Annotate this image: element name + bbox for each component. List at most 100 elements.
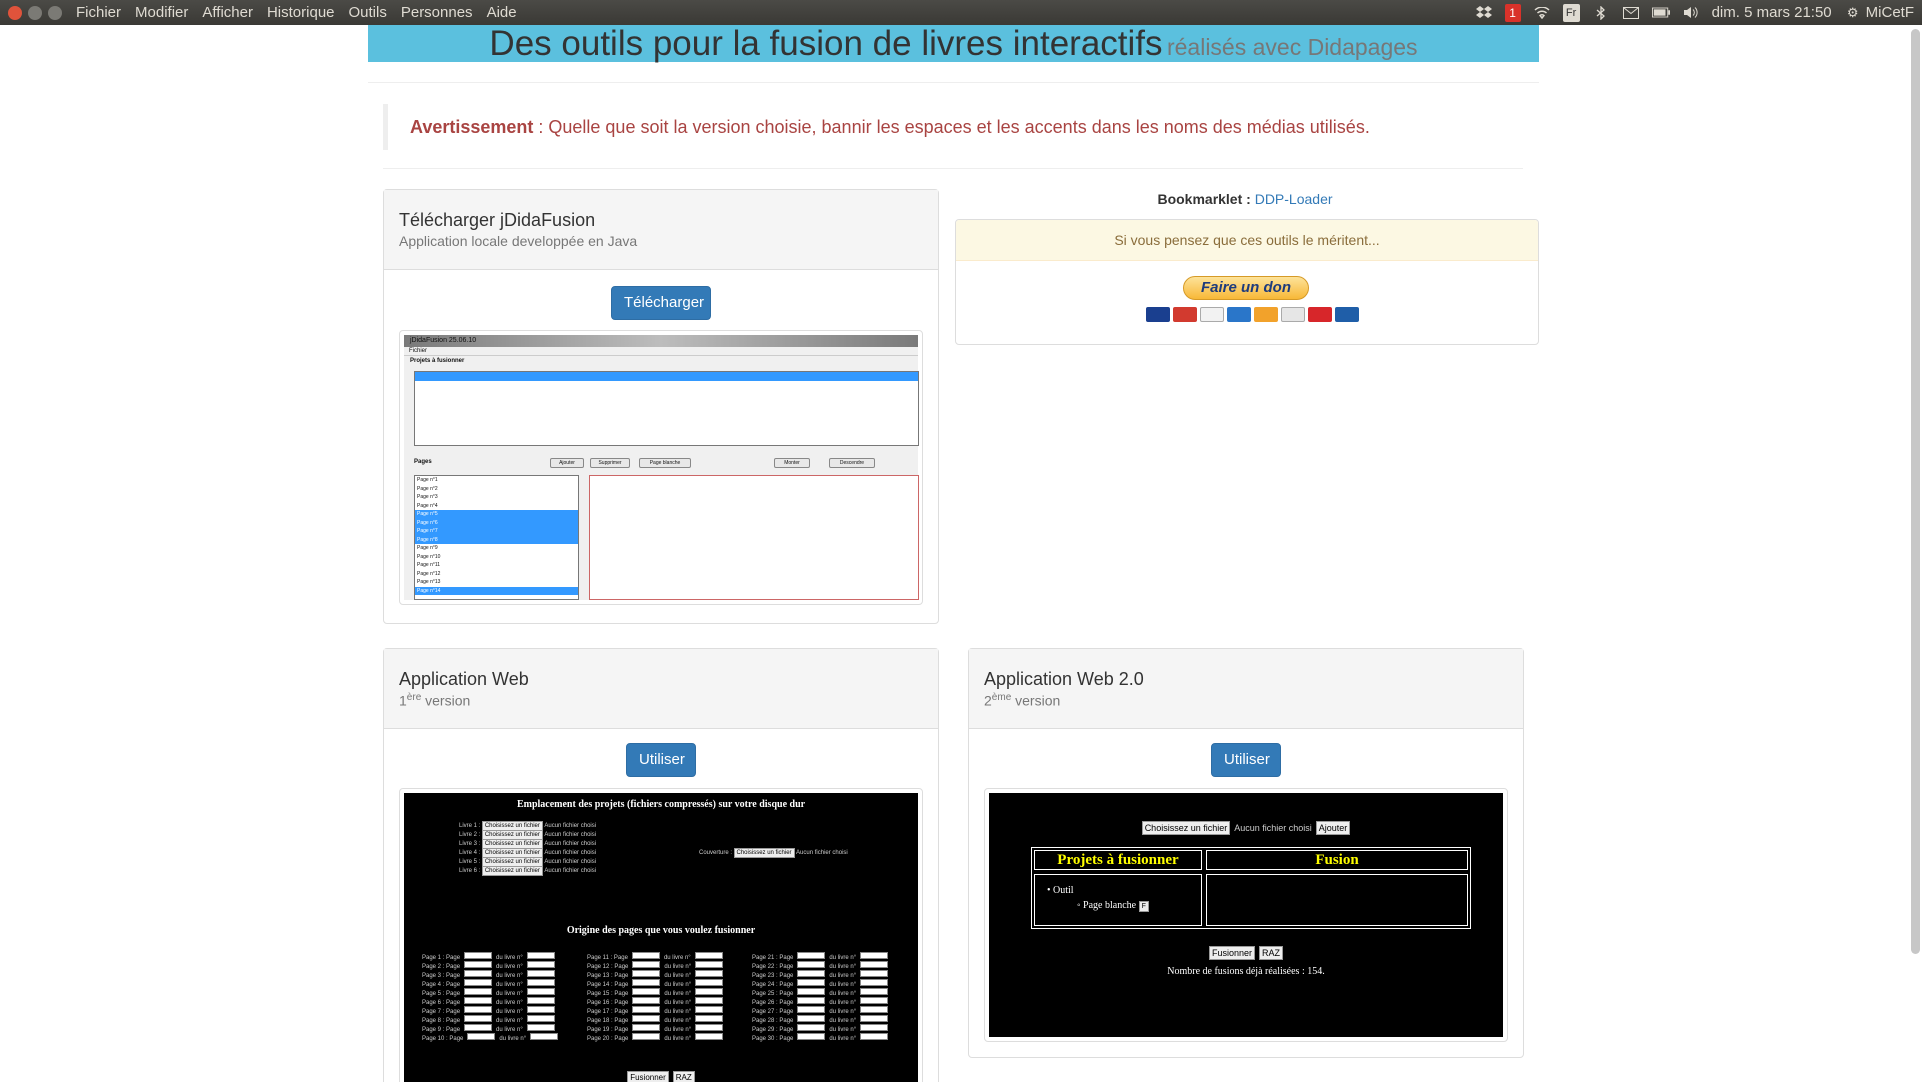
- screenshot-page-row: Page 22 : Page du livre n°: [752, 955, 889, 970]
- screenshot-page-item: Page n°13: [417, 579, 441, 585]
- screenshot-book-row: Livre 6 : Choisissez un fichier Aucun fi…: [459, 866, 597, 876]
- notification-badge[interactable]: 1: [1504, 3, 1521, 22]
- screenshot-col-fusion: Fusion: [1206, 850, 1468, 870]
- use-web-v1-button[interactable]: Utiliser: [626, 743, 696, 777]
- web-app-v1-panel: Application Web 1ère version Utiliser Em…: [383, 648, 939, 1082]
- amex-card-icon: [1227, 307, 1251, 322]
- menu-item-modifier[interactable]: Modifier: [135, 4, 188, 21]
- keyboard-layout[interactable]: Fr: [1562, 3, 1580, 22]
- app-menu: Fichier Modifier Afficher Historique Out…: [76, 4, 531, 21]
- screenshot-page-row: Page 23 : Page du livre n°: [752, 964, 889, 979]
- system-tray: 1 Fr dim. 5 mars 21:50 ⚙ MiCetF: [1475, 0, 1914, 25]
- screenshot-page-row: Page 20 : Page du livre n°: [587, 1027, 724, 1042]
- panel-heading: Télécharger jDidaFusion Application loca…: [384, 190, 938, 270]
- screenshot-pages-list: Page n°1 Page n°2 Page n°3 Page n°4 Page…: [414, 475, 579, 600]
- screenshot-book-inputs: Livre 1 : Choisissez un fichier Aucun fi…: [459, 821, 597, 876]
- screenshot-page-row: Page 4 : Page du livre n°: [422, 973, 558, 988]
- menu-item-personnes[interactable]: Personnes: [401, 4, 473, 21]
- warning-label: Avertissement: [410, 117, 534, 137]
- panel-subtitle: 1ère version: [399, 692, 471, 709]
- bluetooth-icon[interactable]: [1592, 4, 1610, 22]
- screenshot-page-item: Page n°12: [417, 570, 441, 577]
- menu-item-outils[interactable]: Outils: [349, 4, 387, 21]
- screenshot-page-row: Page 21 : Page du livre n°: [752, 946, 889, 961]
- screenshot-page-row: Page 10 : Page du livre n°: [422, 1027, 559, 1042]
- clock[interactable]: dim. 5 mars 21:50: [1712, 4, 1832, 21]
- screenshot-file-row: Choisissez un fichier Aucun fichier choi…: [989, 818, 1503, 836]
- screenshot-book-row: Livre 1 : Choisissez un fichier Aucun fi…: [459, 821, 597, 831]
- warning-text: : Quelle que soit la version choisie, ba…: [533, 117, 1370, 137]
- screenshot-remove-button: Supprimer: [590, 458, 630, 468]
- menu-item-historique[interactable]: Historique: [267, 4, 335, 21]
- panel-heading: Application Web 1ère version: [384, 649, 938, 729]
- dropbox-icon[interactable]: [1475, 4, 1493, 22]
- gear-icon[interactable]: ⚙: [1844, 4, 1862, 22]
- user-name[interactable]: MiCetF: [1866, 4, 1914, 21]
- screenshot-page-preview: [589, 475, 919, 600]
- screenshot-page-row: Page 19 : Page du livre n°: [587, 1018, 724, 1033]
- screenshot-projects-list: [414, 371, 919, 446]
- screenshot-page-grid: Page 1 : Page du livre n° Page 2 : Page …: [422, 946, 912, 1042]
- screenshot-page-item: Page n°4: [417, 502, 438, 509]
- vertical-scrollbar[interactable]: [1911, 29, 1920, 954]
- battery-icon[interactable]: [1651, 4, 1670, 22]
- maximize-window-button[interactable]: [48, 5, 62, 20]
- screenshot-page-item: Page n°3: [417, 494, 438, 500]
- screenshot-page-item: Page n°11: [417, 562, 441, 568]
- panel-title: Télécharger jDidaFusion: [399, 210, 596, 230]
- screenshot-blank-page-button: Page blanche: [639, 458, 691, 468]
- screenshot-page-row: Page 2 : Page du livre n°: [422, 955, 558, 970]
- wifi-icon[interactable]: [1533, 4, 1551, 22]
- panel-title: Application Web 2.0: [984, 669, 1144, 689]
- ddp-loader-link[interactable]: DDP-Loader: [1255, 191, 1333, 207]
- cofinoga-card-icon: [1281, 307, 1305, 322]
- page-title: Des outils pour la fusion de livres inte…: [489, 25, 1163, 63]
- screenshot-cover-row: Couverture : Choisissez un fichier Aucun…: [699, 848, 848, 858]
- close-window-button[interactable]: [8, 5, 22, 20]
- menu-item-fichier[interactable]: Fichier: [76, 4, 121, 21]
- minimize-window-button[interactable]: [28, 5, 42, 20]
- page-subtitle: réalisés avec Didapages: [1166, 34, 1418, 60]
- screenshot-book-row: Livre 5 : Choisissez un fichier Aucun fi…: [459, 857, 597, 867]
- screenshot-page-row: Page 1 : Page du livre n°: [422, 946, 558, 961]
- browser-page: Des outils pour la fusion de livres inte…: [0, 25, 1922, 1082]
- download-button[interactable]: Télécharger: [611, 286, 711, 320]
- screenshot-book-row: Livre 4 : Choisissez un fichier Aucun fi…: [459, 848, 597, 858]
- donation-heading: Si vous pensez que ces outils le mériten…: [956, 220, 1538, 261]
- screenshot-page-item: Page n°14: [415, 586, 578, 595]
- screenshot-actions: Fusionner RAZ: [989, 943, 1503, 961]
- mastercard-icon: [1173, 307, 1197, 322]
- screenshot-page-item: Page n°10: [417, 553, 441, 560]
- screenshot-page-row: Page 5 : Page du livre n°: [422, 982, 558, 997]
- screenshot-book-row: Livre 3 : Choisissez un fichier Aucun fi…: [459, 839, 597, 849]
- cb-card-icon: [1335, 307, 1359, 322]
- screenshot-page-row: Page 13 : Page du livre n°: [587, 964, 724, 979]
- screenshot-page-row: Page 14 : Page du livre n°: [587, 973, 724, 988]
- panel-subtitle: Application locale developpée en Java: [399, 233, 638, 249]
- menu-item-aide[interactable]: Aide: [487, 4, 517, 21]
- screenshot-fusion-cell: [1206, 874, 1468, 926]
- screenshot-up-button: Monter: [774, 458, 810, 468]
- use-web-v2-button[interactable]: Utiliser: [1211, 743, 1281, 777]
- web-app-v2-panel: Application Web 2.0 2ème version Utilise…: [968, 648, 1524, 1058]
- jdidafusion-screenshot: jDidaFusion 25.06.10 Fichier Projets à f…: [399, 330, 923, 605]
- screenshot-heading: Emplacement des projets (fichiers compre…: [516, 799, 806, 810]
- screenshot-pages-label: Pages: [414, 459, 432, 465]
- donate-button[interactable]: Faire un don: [1183, 276, 1309, 300]
- screenshot-page-item: Page n°1: [417, 477, 438, 483]
- visa-card-icon: [1200, 307, 1224, 322]
- screenshot-projects-cell: • Outil ◦ Page blanche F: [1034, 874, 1202, 926]
- screenshot-page-item: Page n°8: [415, 535, 578, 544]
- menu-item-afficher[interactable]: Afficher: [202, 4, 253, 21]
- page-header: Des outils pour la fusion de livres inte…: [368, 25, 1539, 62]
- screenshot-page-row: Page 27 : Page du livre n°: [752, 1000, 889, 1015]
- screenshot-page-row: Page 26 : Page du livre n°: [752, 991, 889, 1006]
- volume-icon[interactable]: [1682, 4, 1700, 22]
- system-top-bar: Fichier Modifier Afficher Historique Out…: [0, 0, 1922, 25]
- panel-heading: Application Web 2.0 2ème version: [969, 649, 1523, 729]
- screenshot-page-row: Page 29 : Page du livre n°: [752, 1018, 889, 1033]
- bookmarklet-label: Bookmarklet :: [1157, 191, 1251, 207]
- mail-icon[interactable]: [1622, 4, 1640, 22]
- screenshot-page-row: Page 25 : Page du livre n°: [752, 982, 889, 997]
- screenshot-page-item: Page n°9: [417, 545, 438, 551]
